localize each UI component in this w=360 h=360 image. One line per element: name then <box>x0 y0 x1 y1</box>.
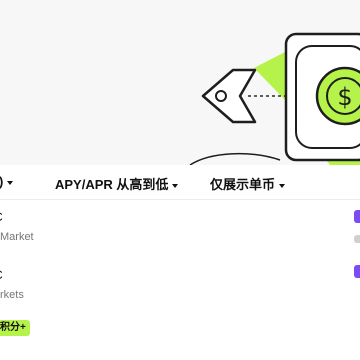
filter-bar: ) APY/APR 从高到低 仅展示单币 <box>0 165 360 200</box>
decor-curve <box>189 152 281 165</box>
sort-label: APY/APR 从高到低 <box>55 177 169 192</box>
filter-left-label: ) <box>0 174 3 189</box>
filter-dropdown-left[interactable]: ) <box>0 174 14 189</box>
list-item[interactable]: C rkets <box>0 264 360 318</box>
list-item[interactable]: C Market <box>0 206 360 260</box>
dollar-sign-icon: $ <box>337 83 352 111</box>
list-item-subtitle: rkets <box>0 289 24 301</box>
chevron-down-icon <box>172 183 179 188</box>
status-indicator-icon <box>354 210 360 223</box>
list-item-title: C <box>0 210 3 224</box>
promo-illustration: $ <box>189 32 360 165</box>
status-indicator-icon <box>354 265 360 278</box>
arrow-icon <box>201 68 257 124</box>
list-item-subtitle: Market <box>0 231 34 243</box>
status-indicator-icon <box>354 235 360 243</box>
promo-banner: $ <box>0 0 360 165</box>
points-badge: 积分+ <box>0 320 30 336</box>
single-currency-filter[interactable]: 仅展示单币 <box>210 174 286 193</box>
single-currency-label: 仅展示单币 <box>210 177 276 192</box>
list-item-title: C <box>0 268 3 282</box>
accent-shape-top <box>254 52 285 100</box>
sort-dropdown[interactable]: APY/APR 从高到低 <box>55 174 179 193</box>
chevron-down-icon <box>7 180 14 185</box>
chevron-down-icon <box>279 183 286 188</box>
